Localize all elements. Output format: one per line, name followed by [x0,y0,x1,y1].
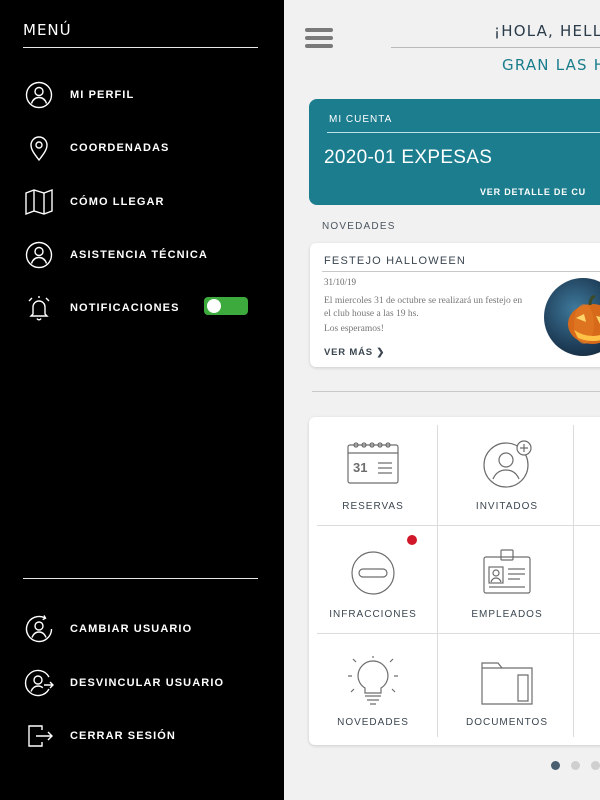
grid-divider [317,633,600,634]
page-dot[interactable] [551,761,560,770]
tile-label: INVITADOS [475,501,539,512]
tile-label: INFRACCIONES [329,609,417,620]
account-divider [327,132,600,133]
community-name: GRAN LAS H [502,56,600,74]
page-indicator [551,761,600,770]
sidebar-menu: MENÚ MI PERFIL COORDENADAS CÓMO LLEGAR A… [0,0,284,800]
account-detail-link[interactable]: VER DETALLE DE CU [480,187,586,197]
page-dot[interactable] [571,761,580,770]
logout-icon [24,721,54,751]
sidebar-item-desvincular-usuario[interactable]: DESVINCULAR USUARIO [24,666,260,700]
account-label: MI CUENTA [329,114,393,125]
bell-alarm-icon [24,293,54,323]
main-content: ¡HOLA, HELL GRAN LAS H MI CUENTA 2020-01… [284,0,600,800]
tile-label: NOVEDADES [337,717,409,728]
sidebar-item-label: ASISTENCIA TÉCNICA [70,249,208,261]
news-card[interactable]: FESTEJO HALLOWEEN 31/10/19 El miercoles … [310,243,600,367]
sidebar-item-label: MI PERFIL [70,89,135,101]
news-more-label: VER MÁS [324,347,373,358]
sidebar-item-como-llegar[interactable]: CÓMO LLEGAR [24,185,260,219]
grid-divider [437,425,438,737]
user-circle-icon [24,80,54,110]
user-unlink-icon [24,668,54,698]
sidebar-item-mi-perfil[interactable]: MI PERFIL [24,78,260,112]
map-pin-icon [24,133,54,163]
menu-bottom-divider [23,578,258,579]
tile-documentos[interactable]: DOCUMENTOS [443,637,571,741]
toggle-knob [207,299,221,313]
sidebar-item-cambiar-usuario[interactable]: CAMBIAR USUARIO [24,612,260,646]
calendar-icon: 31 [347,442,399,484]
news-body-text: Los esperamos! [324,324,384,334]
tile-novedades[interactable]: NOVEDADES [309,637,437,741]
sidebar-item-cerrar-sesion[interactable]: CERRAR SESIÓN [24,719,260,753]
grid-divider [573,425,574,737]
page-dot[interactable] [591,761,600,770]
notifications-toggle[interactable] [204,297,248,315]
add-guest-icon [483,440,532,488]
alert-badge [407,535,417,545]
sidebar-item-label: COORDENADAS [70,142,170,154]
news-section-title: NOVEDADES [322,221,396,232]
tile-label: DOCUMENTOS [465,717,549,728]
news-divider [322,271,600,272]
map-icon [24,187,54,217]
hamburger-menu-icon[interactable] [305,28,333,50]
sidebar-item-label: CÓMO LLEGAR [70,196,165,208]
menu-divider [23,47,258,48]
tile-label: RESERVAS [342,501,404,512]
lightbulb-icon [348,656,398,705]
folder-icon [481,662,533,705]
tile-label: EMPLEADOS [471,609,543,620]
sidebar-item-label: CERRAR SESIÓN [70,730,176,742]
news-body: El miercoles 31 de octubre se realizará … [324,295,524,338]
calendar-day-number: 31 [353,460,367,475]
halloween-pumpkin-image [544,278,600,356]
news-body-text: El miercoles 31 de octubre se realizará … [324,296,523,319]
sidebar-item-label: DESVINCULAR USUARIO [70,677,225,689]
account-value: 2020-01 EXPESAS [324,147,493,168]
section-divider [312,391,600,392]
tile-invitados[interactable]: INVITADOS [443,421,571,525]
shortcut-grid: 31 RESERVAS INVITADOS INFRACCIONES EMPLE… [309,417,600,745]
sidebar-item-coordenadas[interactable]: COORDENADAS [24,131,260,165]
sidebar-item-asistencia-tecnica[interactable]: ASISTENCIA TÉCNICA [24,238,260,272]
no-entry-icon [351,551,395,595]
news-date: 31/10/19 [324,277,357,287]
sidebar-item-label: NOTIFICACIONES [70,302,180,314]
grid-divider [317,525,600,526]
user-switch-icon [24,614,54,644]
tile-infracciones[interactable]: INFRACCIONES [309,529,437,633]
news-more-link[interactable]: VER MÁS ❯ [324,347,385,358]
sidebar-item-label: CAMBIAR USUARIO [70,623,193,635]
header-divider [391,47,600,48]
tile-reservas[interactable]: 31 RESERVAS [309,421,437,525]
news-title: FESTEJO HALLOWEEN [324,255,467,267]
id-badge-icon [483,549,531,594]
user-circle-icon [24,240,54,270]
menu-title: MENÚ [23,21,72,39]
greeting-title: ¡HOLA, HELL [494,22,600,40]
chevron-right-icon: ❯ [376,347,386,358]
tile-empleados[interactable]: EMPLEADOS [443,529,571,633]
